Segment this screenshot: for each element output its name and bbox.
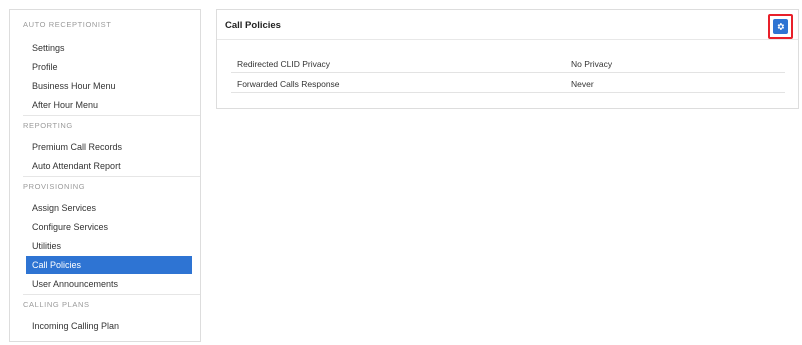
- sidebar-item-assign-services[interactable]: Assign Services: [26, 199, 192, 217]
- sidebar-item-configure-services[interactable]: Configure Services: [26, 218, 192, 236]
- sidebar-item-profile[interactable]: Profile: [26, 58, 192, 76]
- page-title: Call Policies: [225, 20, 281, 31]
- sidebar-item-after-hour-menu[interactable]: After Hour Menu: [26, 96, 192, 114]
- sidebar-item-call-policies[interactable]: Call Policies: [26, 256, 192, 274]
- gear-icon: [777, 23, 785, 30]
- section-divider: [23, 294, 200, 295]
- policy-row: Forwarded Calls Response Never: [231, 74, 785, 93]
- sidebar-nav: AUTO RECEPTIONIST Settings Profile Busin…: [9, 9, 201, 342]
- panel-header: Call Policies: [217, 10, 798, 40]
- section-header-reporting: REPORTING: [23, 121, 73, 130]
- sidebar-item-utilities[interactable]: Utilities: [26, 237, 192, 255]
- section-header-auto-receptionist: AUTO RECEPTIONIST: [23, 20, 112, 29]
- settings-button[interactable]: [773, 19, 788, 34]
- call-policies-panel: Call Policies Redirected CLID Privacy No…: [216, 9, 799, 109]
- policy-row: Redirected CLID Privacy No Privacy: [231, 54, 785, 73]
- policy-label: Forwarded Calls Response: [237, 79, 340, 89]
- policy-value: No Privacy: [571, 59, 613, 69]
- sidebar-item-incoming-calling-plan[interactable]: Incoming Calling Plan: [26, 317, 192, 335]
- sidebar-item-auto-attendant-report[interactable]: Auto Attendant Report: [26, 157, 192, 175]
- sidebar-item-premium-call-records[interactable]: Premium Call Records: [26, 138, 192, 156]
- section-header-provisioning: PROVISIONING: [23, 182, 86, 191]
- section-divider: [23, 115, 200, 116]
- sidebar-item-business-hour-menu[interactable]: Business Hour Menu: [26, 77, 192, 95]
- policy-label: Redirected CLID Privacy: [237, 59, 331, 69]
- policy-value: Never: [571, 79, 594, 89]
- sidebar-item-settings[interactable]: Settings: [26, 39, 192, 57]
- section-header-calling-plans: CALLING PLANS: [23, 300, 90, 309]
- section-divider: [23, 176, 200, 177]
- sidebar-item-user-announcements[interactable]: User Announcements: [26, 275, 192, 293]
